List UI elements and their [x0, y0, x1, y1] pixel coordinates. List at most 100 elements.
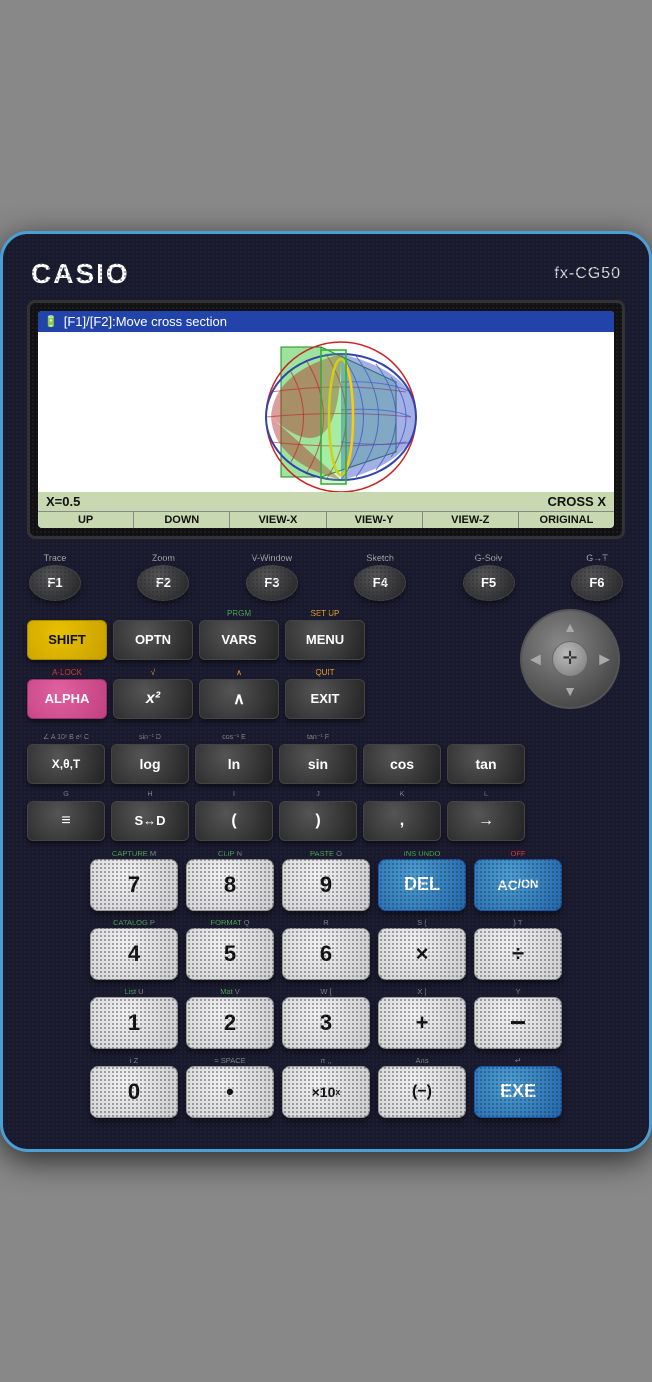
key-9[interactable]: 9: [282, 859, 370, 911]
vars-button[interactable]: VARS: [199, 620, 279, 660]
sin-button[interactable]: sin: [279, 744, 357, 784]
f2-button[interactable]: F2: [137, 565, 189, 601]
battery-icon: 🔋: [44, 315, 58, 328]
screen-info-bar: X=0.5 CROSS X: [38, 492, 614, 511]
lparen-button[interactable]: (: [195, 801, 273, 841]
exit-top: QUIT: [315, 668, 334, 678]
log-top: sin⁻¹ D: [139, 733, 161, 743]
dpad-right-icon[interactable]: ▶: [599, 650, 610, 667]
dpad-left-icon[interactable]: ◀: [530, 650, 541, 667]
dot-button[interactable]: •: [186, 1066, 274, 1118]
key-6[interactable]: 6: [282, 928, 370, 980]
f2-label: Zoom: [152, 553, 175, 563]
minus-button[interactable]: −: [474, 997, 562, 1049]
dot-top-label: = SPACE: [186, 1056, 274, 1065]
dpad-up-icon[interactable]: ▲: [563, 619, 577, 635]
acon-top-label: OFF: [474, 849, 562, 858]
key-4[interactable]: 4: [90, 928, 178, 980]
key-8[interactable]: 8: [186, 859, 274, 911]
f1-button[interactable]: F1: [29, 565, 81, 601]
key-1[interactable]: 1: [90, 997, 178, 1049]
sd-top: H: [147, 790, 152, 800]
keys-section: Trace F1 Zoom F2 V-Window F3 Sketch F4 G…: [23, 553, 629, 1118]
num8-top-label: CLIP N: [186, 849, 274, 858]
rparen-top: J: [316, 790, 320, 800]
screen-fn-btn-original[interactable]: ORIGINAL: [519, 512, 614, 528]
plus-top-label: X ]: [378, 987, 466, 996]
calculator: CASIO fx-CG50 🔋 [F1]/[F2]:Move cross sec…: [0, 231, 652, 1152]
dpad-down-icon[interactable]: ▼: [563, 683, 577, 699]
numpad-section: CAPTURE M CLIP N PASTE O INS UNDO OFF 7 …: [27, 849, 625, 1118]
screen-fn-btn-viewx[interactable]: VIEW-X: [230, 512, 326, 528]
sci-notation-button[interactable]: ×10x: [282, 1066, 370, 1118]
xtheta-button[interactable]: X,θ,T: [27, 744, 105, 784]
plus-button[interactable]: +: [378, 997, 466, 1049]
key-0[interactable]: 0: [90, 1066, 178, 1118]
arrow-button[interactable]: →: [447, 801, 525, 841]
key-3[interactable]: 3: [282, 997, 370, 1049]
comma-button[interactable]: ,: [363, 801, 441, 841]
comma-top: K: [400, 790, 405, 800]
neg-button[interactable]: (−): [378, 1066, 466, 1118]
f6-button[interactable]: F6: [571, 565, 623, 601]
alpha-wrapper: A·LOCK ALPHA: [27, 668, 107, 719]
screen-fn-btn-viewy[interactable]: VIEW-Y: [327, 512, 423, 528]
del-button[interactable]: DEL: [378, 859, 466, 911]
f5-button[interactable]: F5: [463, 565, 515, 601]
rparen-button[interactable]: ): [279, 801, 357, 841]
f6-group: G→T F6: [571, 553, 623, 601]
header: CASIO fx-CG50: [23, 252, 629, 300]
alpha-button[interactable]: ALPHA: [27, 679, 107, 719]
multiply-button[interactable]: ×: [378, 928, 466, 980]
f1-group: Trace F1: [29, 553, 81, 601]
f1-label: Trace: [44, 553, 67, 563]
optn-button[interactable]: OPTN: [113, 620, 193, 660]
arrow-top: L: [484, 790, 488, 800]
screen-fn-btn-down[interactable]: DOWN: [134, 512, 230, 528]
sd-button[interactable]: S↔D: [111, 801, 189, 841]
screen-fn-btn-viewz[interactable]: VIEW-Z: [423, 512, 519, 528]
x2-button[interactable]: x²: [113, 679, 193, 719]
key-7[interactable]: 7: [90, 859, 178, 911]
acon-button[interactable]: AC/ON: [474, 859, 562, 911]
exe-top-label: ↵: [474, 1056, 562, 1065]
x2-wrapper: √ x²: [113, 668, 193, 719]
neg-top-label: Ans: [378, 1056, 466, 1065]
dpad-center[interactable]: ✛: [552, 641, 588, 677]
log-button[interactable]: log: [111, 744, 189, 784]
num6-top-label: R: [282, 918, 370, 927]
divide-button[interactable]: ÷: [474, 928, 562, 980]
numpad-row-4: 0 • ×10x (−) EXE: [27, 1066, 625, 1118]
shift-button[interactable]: SHIFT: [27, 620, 107, 660]
exe-button[interactable]: EXE: [474, 1066, 562, 1118]
ln-button[interactable]: ln: [195, 744, 273, 784]
x-value-label: X=0.5: [46, 494, 80, 509]
cos-button[interactable]: cos: [363, 744, 441, 784]
key-5[interactable]: 5: [186, 928, 274, 980]
key-2[interactable]: 2: [186, 997, 274, 1049]
num9-top-label: PASTE O: [282, 849, 370, 858]
menu-button[interactable]: MENU: [285, 620, 365, 660]
exit-button[interactable]: EXIT: [285, 679, 365, 719]
cross-label: CROSS X: [547, 494, 606, 509]
num5-top-label: FORMAT Q: [186, 918, 274, 927]
f4-button[interactable]: F4: [354, 565, 406, 601]
numpad-row-1: 7 8 9 DEL AC/ON: [27, 859, 625, 911]
sin-wrapper: tan⁻¹ F sin: [279, 733, 357, 784]
brand-label: CASIO: [31, 258, 130, 290]
num3-top-label: W [: [282, 987, 370, 996]
caret-button[interactable]: ∧: [199, 679, 279, 719]
dpad[interactable]: ▲ ▼ ◀ ▶ ✛: [520, 609, 620, 709]
log-wrapper: sin⁻¹ D log: [111, 733, 189, 784]
screen-top-bar: 🔋 [F1]/[F2]:Move cross section: [38, 311, 614, 332]
frac-button[interactable]: ≡: [27, 801, 105, 841]
caret-wrapper: ∧ ∧: [199, 668, 279, 719]
cos-wrapper: cos: [363, 733, 441, 784]
screen-fn-btn-up[interactable]: UP: [38, 512, 134, 528]
f3-button[interactable]: F3: [246, 565, 298, 601]
optn-wrapper: OPTN: [113, 609, 193, 660]
tan-button[interactable]: tan: [447, 744, 525, 784]
sci-top-label: π ,,: [282, 1056, 370, 1065]
xtheta-top: ∠ A 10ˣ B eˣ C: [43, 733, 89, 743]
ln-top: cos⁻¹ E: [222, 733, 246, 743]
